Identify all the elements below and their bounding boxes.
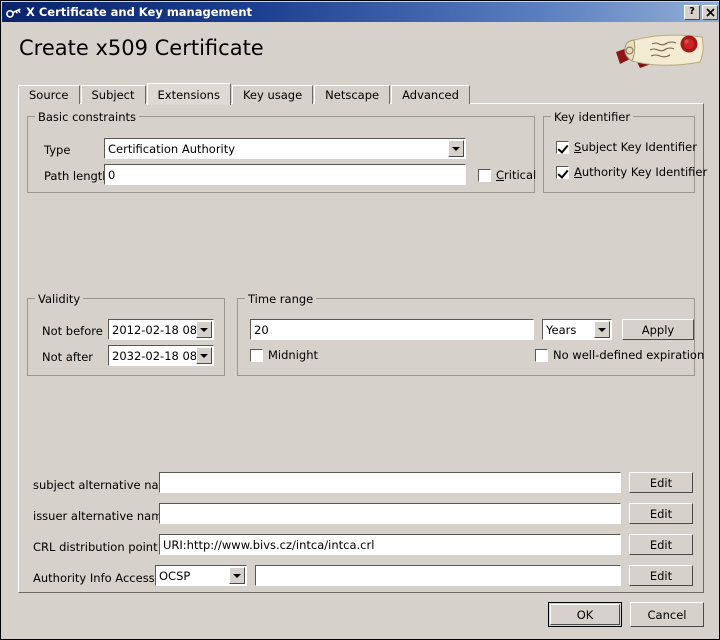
tab-bar: Source Subject Extensions Key usage Nets… [18, 83, 471, 105]
ok-button-label: OK [576, 607, 594, 622]
ok-button[interactable]: OK [548, 602, 622, 627]
authority-info-access-label: Authority Info Access [33, 571, 155, 585]
not-after-label: Not after [42, 350, 94, 364]
page-title: Create x509 Certificate [19, 36, 264, 60]
tab-key-usage[interactable]: Key usage [231, 85, 314, 104]
close-button[interactable] [702, 4, 718, 20]
authority-info-access-input[interactable] [255, 565, 621, 586]
not-after-datetime-combo[interactable]: 2032-02-18 08:22 [108, 345, 214, 366]
time-range-title: Time range [245, 292, 317, 306]
subject-alternative-name-edit-button[interactable]: Edit [629, 472, 693, 493]
close-icon [705, 7, 715, 17]
path-length-label: Path length [44, 169, 110, 183]
key-icon [6, 5, 22, 19]
key-identifier-group: Key identifier Subject Key Identifier Au… [543, 110, 707, 193]
tab-source[interactable]: Source [18, 85, 80, 104]
no-expiration-checkbox-box[interactable] [535, 348, 548, 362]
ok-button-inner: OK [550, 604, 620, 625]
validity-title: Validity [35, 292, 84, 306]
authority-info-access-method-combo[interactable]: OCSP [155, 565, 247, 586]
midnight-checkbox-label: Midnight [268, 348, 318, 362]
issuer-alternative-name-edit-button[interactable]: Edit [629, 503, 693, 524]
basic-constraints-type-value: Certification Authority [108, 141, 236, 156]
key-identifier-title: Key identifier [551, 110, 634, 124]
time-range-unit-value: Years [546, 322, 577, 337]
apply-button[interactable]: Apply [622, 319, 694, 340]
authority-key-identifier-checkbox-box[interactable] [556, 165, 569, 179]
midnight-checkbox[interactable]: Midnight [250, 348, 318, 362]
tab-netscape[interactable]: Netscape [314, 85, 391, 104]
chevron-down-icon[interactable] [196, 321, 212, 338]
type-label: Type [44, 143, 71, 157]
crl-distribution-point-label: CRL distribution point [33, 540, 158, 554]
time-range-group: Time range 20 Years Apply Midnight No we… [237, 292, 704, 376]
window-title: X Certificate and Key management [26, 5, 253, 19]
not-before-datetime-combo[interactable]: 2012-02-18 08:22 [108, 319, 214, 340]
chevron-down-icon[interactable] [229, 567, 245, 584]
cancel-button[interactable]: Cancel [630, 602, 704, 627]
no-expiration-checkbox-label: No well-defined expiration [553, 348, 705, 362]
chevron-down-icon[interactable] [594, 321, 610, 338]
subject-key-identifier-checkbox-box[interactable] [556, 140, 569, 154]
basic-constraints-group: Basic constraints Type Certification Aut… [27, 110, 536, 193]
tab-subject[interactable]: Subject [80, 85, 146, 104]
basic-constraints-type-combo[interactable]: Certification Authority [104, 138, 466, 159]
help-button[interactable]: ? [684, 4, 700, 20]
authority-info-access-edit-button[interactable]: Edit [629, 565, 693, 586]
basic-constraints-title: Basic constraints [35, 110, 140, 124]
not-before-label: Not before [42, 324, 103, 338]
no-expiration-checkbox[interactable]: No well-defined expiration [535, 348, 704, 362]
certificate-scroll-logo [610, 30, 710, 74]
chevron-down-icon[interactable] [196, 347, 212, 364]
time-range-unit-combo[interactable]: Years [542, 319, 612, 340]
issuer-alternative-name-label: issuer alternative name [33, 509, 170, 523]
time-range-amount-input[interactable]: 20 [250, 319, 534, 340]
not-before-value: 2012-02-18 08:22 [112, 322, 196, 337]
critical-checkbox[interactable]: Critical [478, 168, 536, 182]
tab-advanced[interactable]: Advanced [391, 85, 470, 104]
application-window: X Certificate and Key management ? Creat… [0, 0, 720, 640]
subject-key-identifier-checkbox[interactable]: Subject Key Identifier [556, 140, 697, 154]
extensions-tab-panel: Basic constraints Type Certification Aut… [18, 103, 707, 593]
authority-info-access-method-value: OCSP [159, 568, 191, 583]
path-length-input[interactable]: 0 [104, 164, 466, 185]
window-client-area: Create x509 Certificate Source Subject E… [2, 22, 719, 639]
chevron-down-icon[interactable] [448, 140, 464, 157]
critical-checkbox-label: Critical [496, 168, 537, 182]
validity-group: Validity Not before 2012-02-18 08:22 Not… [27, 292, 225, 376]
critical-checkbox-box[interactable] [478, 168, 491, 182]
crl-distribution-point-input[interactable]: URI:http://www.bivs.cz/intca/intca.crl [159, 534, 621, 555]
midnight-checkbox-box[interactable] [250, 348, 263, 362]
subject-key-identifier-label: Subject Key Identifier [574, 140, 697, 154]
authority-key-identifier-label: Authority Key Identifier [574, 165, 708, 179]
issuer-alternative-name-input[interactable] [159, 503, 621, 524]
crl-distribution-point-edit-button[interactable]: Edit [629, 534, 693, 555]
tab-extensions[interactable]: Extensions [146, 83, 231, 105]
subject-alternative-name-input[interactable] [159, 472, 621, 493]
window-titlebar: X Certificate and Key management ? [2, 2, 719, 22]
subject-alternative-name-label: subject alternative name [33, 478, 177, 492]
not-after-value: 2032-02-18 08:22 [112, 348, 196, 363]
authority-key-identifier-checkbox[interactable]: Authority Key Identifier [556, 165, 707, 179]
